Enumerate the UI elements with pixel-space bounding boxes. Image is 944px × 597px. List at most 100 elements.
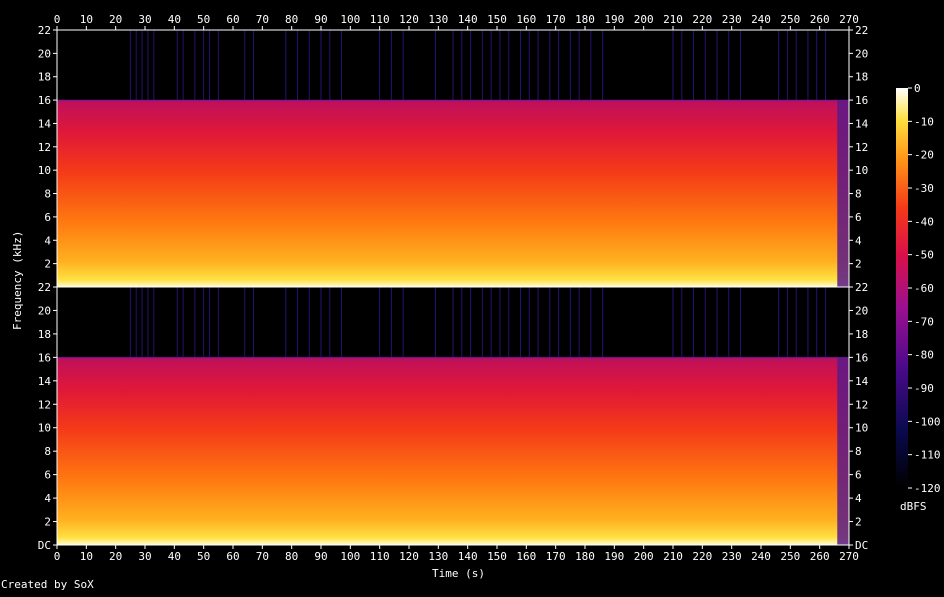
- x-tick-label-bottom: 210: [663, 550, 683, 563]
- x-tick-label-top: 100: [340, 13, 360, 26]
- x-tick-label-top: 180: [575, 13, 595, 26]
- x-tick-label-bottom: 150: [487, 550, 507, 563]
- y-tick-label-left: DC: [38, 539, 51, 552]
- y-tick-label-right: 20: [855, 304, 868, 317]
- y-tick-label-right: 2: [855, 258, 862, 271]
- x-tick-label-top: 110: [370, 13, 390, 26]
- colorbar-tick-label: -10: [914, 115, 934, 128]
- colorbar-tick-label: -20: [914, 149, 934, 162]
- x-tick-label-top: 70: [256, 13, 269, 26]
- x-tick-label-bottom: 160: [516, 550, 536, 563]
- colorbar-tick-label: -30: [914, 182, 934, 195]
- x-tick-label-bottom: 70: [256, 550, 269, 563]
- y-tick-label-right: 2: [855, 516, 862, 529]
- y-tick-label-right: 22: [855, 281, 868, 294]
- x-tick-label-top: 80: [285, 13, 298, 26]
- x-tick-label-bottom: 90: [314, 550, 327, 563]
- y-tick-label-right: 18: [855, 71, 868, 84]
- x-tick-label-top: 270: [839, 13, 859, 26]
- colorbar-unit-label: dBFS: [900, 500, 927, 513]
- y-tick-label-right: 8: [855, 188, 862, 201]
- colorbar-tick-label: -40: [914, 215, 934, 228]
- y-tick-label-left: 16: [38, 351, 51, 364]
- y-tick-label-left: 8: [44, 188, 51, 201]
- x-tick-label-bottom: 260: [810, 550, 830, 563]
- colorbar: [896, 88, 908, 488]
- x-tick-label-top: 130: [428, 13, 448, 26]
- x-axis-label: Time (s): [432, 567, 485, 580]
- channel-2-spectrogram: [56, 286, 850, 546]
- y-tick-label-right: 10: [855, 164, 868, 177]
- x-tick-label-bottom: 270: [839, 550, 859, 563]
- y-tick-label-left: 14: [38, 117, 52, 130]
- x-tick-label-top: 190: [604, 13, 624, 26]
- x-tick-label-bottom: 30: [138, 550, 151, 563]
- y-tick-label-left: 2: [44, 516, 51, 529]
- y-tick-label-right: 6: [855, 211, 862, 224]
- x-tick-label-bottom: 20: [109, 550, 122, 563]
- y-tick-label-right: 4: [855, 492, 862, 505]
- y-tick-label-right: 10: [855, 422, 868, 435]
- y-tick-label-left: 2: [44, 258, 51, 271]
- x-tick-label-top: 170: [546, 13, 566, 26]
- x-tick-label-top: 20: [109, 13, 122, 26]
- y-tick-label-right: 12: [855, 398, 868, 411]
- x-tick-label-bottom: 220: [692, 550, 712, 563]
- y-tick-label-right: 6: [855, 469, 862, 482]
- x-tick-label-top: 90: [314, 13, 327, 26]
- x-tick-label-bottom: 130: [428, 550, 448, 563]
- x-tick-label-bottom: 100: [340, 550, 360, 563]
- colorbar-tick-label: -110: [914, 449, 941, 462]
- x-tick-label-bottom: 240: [751, 550, 771, 563]
- colorbar-tick-label: -80: [914, 349, 934, 362]
- x-tick-label-bottom: 230: [722, 550, 742, 563]
- y-tick-label-left: 20: [38, 47, 51, 60]
- y-tick-label-left: 22: [38, 24, 51, 37]
- y-tick-label-right: 12: [855, 141, 868, 154]
- x-tick-label-bottom: 120: [399, 550, 419, 563]
- x-tick-label-bottom: 140: [458, 550, 478, 563]
- spectrogram-svg: 2 24 46 68 810 1012 1214 1416 1618 1820 2022 22DC DC…: [38, 13, 941, 563]
- colorbar-tick-label: -100: [914, 415, 941, 428]
- x-tick-label-top: 240: [751, 13, 771, 26]
- y-tick-label-right: 8: [855, 445, 862, 458]
- y-tick-label-right: 14: [855, 375, 869, 388]
- y-tick-label-left: 18: [38, 71, 51, 84]
- y-tick-label-left: 12: [38, 141, 51, 154]
- y-tick-label-left: 18: [38, 328, 51, 341]
- y-tick-label-left: 6: [44, 211, 51, 224]
- y-tick-label-right: 20: [855, 47, 868, 60]
- x-tick-label-top: 260: [810, 13, 830, 26]
- x-tick-label-top: 50: [197, 13, 210, 26]
- x-tick-label-top: 250: [780, 13, 800, 26]
- colorbar-tick-label: 0: [914, 82, 921, 95]
- x-tick-label-top: 160: [516, 13, 536, 26]
- x-tick-label-bottom: 10: [80, 550, 93, 563]
- x-tick-label-bottom: 110: [370, 550, 390, 563]
- y-tick-label-left: 10: [38, 164, 51, 177]
- y-tick-label-left: 16: [38, 94, 51, 107]
- colorbar-tick-label: -60: [914, 282, 934, 295]
- x-tick-label-bottom: 180: [575, 550, 595, 563]
- y-tick-label-left: 14: [38, 375, 52, 388]
- x-tick-label-top: 140: [458, 13, 478, 26]
- x-tick-label-bottom: 170: [546, 550, 566, 563]
- y-tick-label-right: 4: [855, 234, 862, 247]
- x-tick-label-top: 60: [226, 13, 239, 26]
- x-tick-label-bottom: 250: [780, 550, 800, 563]
- colorbar-tick-label: -90: [914, 382, 934, 395]
- y-axis-label: Frequency (kHz): [11, 230, 24, 330]
- x-tick-label-bottom: 190: [604, 550, 624, 563]
- x-tick-label-bottom: 50: [197, 550, 210, 563]
- x-tick-label-bottom: 80: [285, 550, 298, 563]
- y-tick-label-left: 4: [44, 492, 51, 505]
- x-tick-label-top: 200: [634, 13, 654, 26]
- x-tick-label-top: 210: [663, 13, 683, 26]
- y-tick-label-right: 16: [855, 94, 868, 107]
- y-tick-label-left: 6: [44, 469, 51, 482]
- y-tick-label-left: 12: [38, 398, 51, 411]
- y-tick-label-left: 20: [38, 304, 51, 317]
- x-tick-label-top: 40: [168, 13, 181, 26]
- x-tick-label-top: 10: [80, 13, 93, 26]
- y-tick-label-left: 4: [44, 234, 51, 247]
